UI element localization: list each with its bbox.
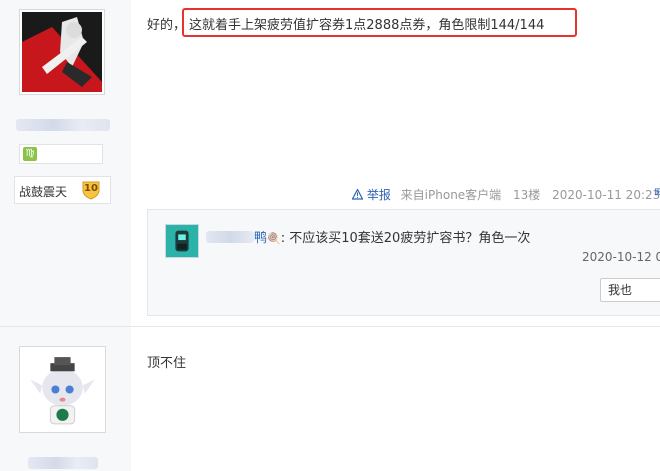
reply-button[interactable]: 我也	[600, 278, 660, 302]
post-2-text: 顶不住	[147, 356, 187, 371]
reply-content: 鸭🍭: 不应该买10套送20疲劳扩容书？角色一次	[206, 227, 530, 246]
post-time: 2020-10-11 20:23	[552, 188, 660, 202]
level-badge[interactable]: ♍	[19, 144, 103, 164]
client-source-link[interactable]: 来自iPhone客户端	[401, 188, 502, 202]
username-blurred[interactable]	[16, 119, 110, 131]
post-divider	[0, 326, 660, 327]
rank-level-badge: 10	[81, 180, 101, 200]
post-text-highlighted: 这就着手上架疲劳值扩容券1点2888点券，角色限制144/144	[189, 18, 545, 33]
reply-username-tail[interactable]: 鸭	[254, 231, 267, 246]
lollipop-icon: 🍭	[267, 232, 281, 245]
client-source[interactable]: 来自iPhone客户端	[401, 188, 502, 202]
user-avatar-2[interactable]	[19, 346, 106, 433]
report-link[interactable]: 举报	[351, 188, 395, 202]
rank-level-number: 10	[84, 183, 98, 194]
report-label[interactable]: 举报	[367, 188, 391, 202]
rank-label: 战鼓震天	[19, 185, 68, 199]
reply-username-blurred[interactable]	[206, 231, 254, 243]
avatar-image	[166, 225, 198, 257]
user-avatar[interactable]	[19, 9, 105, 95]
reply-time: 2020-10-12 01	[582, 250, 660, 264]
floor-number: 13楼	[513, 188, 541, 202]
reply-toggle-icon[interactable]: ⊞	[654, 187, 660, 199]
avatar-image	[22, 12, 102, 92]
warning-icon	[351, 188, 364, 200]
reply-text: 不应该买10套送20疲劳扩容书？角色一次	[289, 231, 531, 246]
reply-user-avatar[interactable]	[165, 224, 199, 258]
username-2-blurred[interactable]	[28, 457, 98, 469]
reply-separator: :	[280, 231, 290, 246]
post-meta: 举报 来自iPhone客户端 13楼 2020-10-11 20:23	[351, 186, 660, 203]
rank-box[interactable]: 战鼓震天 10	[14, 176, 111, 204]
post-text-prefix: 好的，	[147, 18, 187, 33]
reply-section: 鸭🍭: 不应该买10套送20疲劳扩容书？角色一次 2020-10-12 01 我…	[147, 209, 660, 316]
zodiac-icon: ♍	[23, 147, 37, 161]
avatar-image	[22, 349, 103, 430]
